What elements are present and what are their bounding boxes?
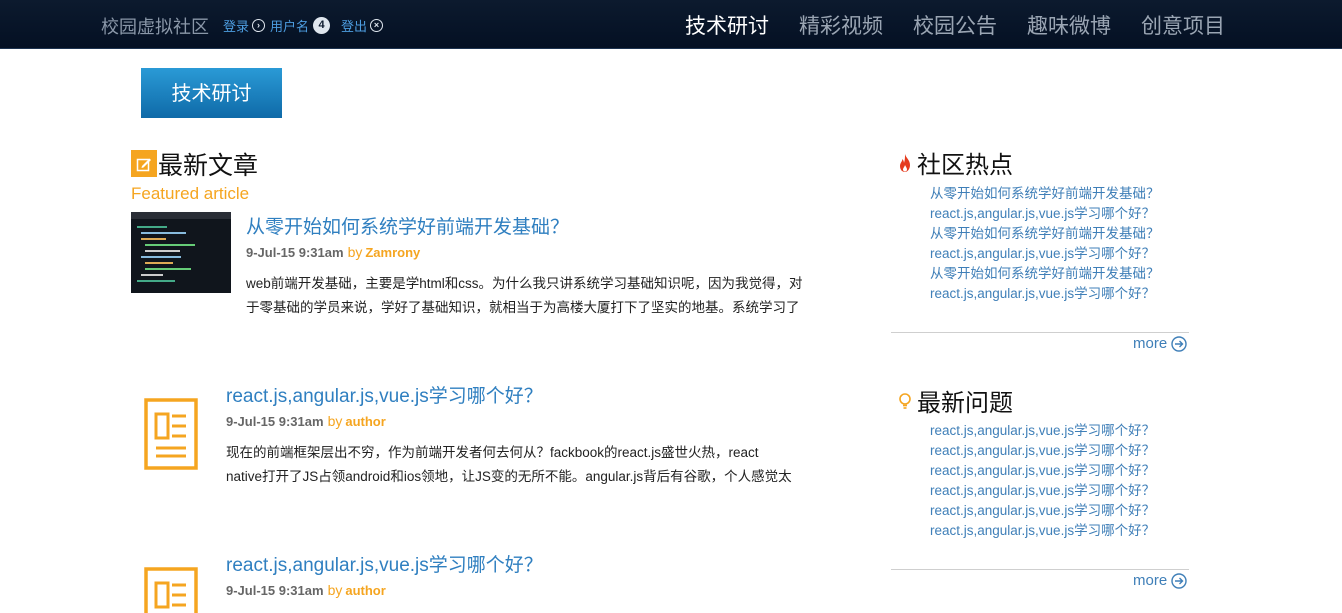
- article-date: 9-Jul-15 9:31am: [246, 245, 344, 260]
- list-item[interactable]: react.js,angular.js,vue.js学习哪个好？: [930, 481, 1155, 501]
- nav-item-weibo[interactable]: 趣味微博: [1027, 10, 1111, 40]
- latest-questions-label: 最新问题: [917, 390, 1013, 417]
- article-title-link[interactable]: react.js,angular.js,vue.js学习哪个好？: [226, 550, 543, 577]
- article-by: by: [327, 582, 343, 598]
- divider: [891, 569, 1189, 570]
- user-links: 登录 › 用户名 4 登出 ×: [223, 16, 384, 35]
- article-meta: 9-Jul-15 9:31am by author: [226, 413, 386, 429]
- more-label: more: [1133, 335, 1168, 352]
- article-thumbnail[interactable]: [131, 212, 231, 293]
- list-item[interactable]: react.js,angular.js,vue.js学习哪个好？: [930, 461, 1155, 481]
- hot-topics-title: 社区热点: [897, 145, 1013, 180]
- article-excerpt-line: web前端开发基础，主要是学html和css。为什么我只讲系统学习基础知识呢，因…: [246, 276, 803, 291]
- lightbulb-icon: [899, 392, 911, 409]
- notification-badge[interactable]: 4: [313, 17, 331, 34]
- login-link[interactable]: 登录: [223, 16, 249, 35]
- top-navbar: 校园虚拟社区 登录 › 用户名 4 登出 × 技术研讨 精彩视频 校园公告 趣味…: [0, 0, 1342, 49]
- list-item[interactable]: react.js,angular.js,vue.js学习哪个好？: [930, 244, 1160, 264]
- arrow-right-circle-icon: [1171, 335, 1187, 352]
- article-meta: 9-Jul-15 9:31am by author: [226, 582, 386, 598]
- section-tech-button[interactable]: 技术研讨: [141, 68, 282, 118]
- hot-more-link[interactable]: more: [1133, 335, 1187, 352]
- latest-questions-list: react.js,angular.js,vue.js学习哪个好？ react.j…: [930, 421, 1155, 541]
- list-item[interactable]: 从零开始如何系统学好前端开发基础？: [930, 224, 1160, 244]
- article-by: by: [347, 244, 363, 260]
- article-excerpt: 现在的前端框架层出不穷，作为前端开发者何去何从？fackbook的react.j…: [226, 441, 816, 489]
- article-author-link[interactable]: Zamrony: [365, 245, 420, 260]
- edit-icon: [131, 150, 157, 177]
- close-icon[interactable]: ×: [370, 19, 384, 32]
- article-excerpt-line: native打开了JS占领android和ios领地，让JS变的无所不能。ang…: [226, 469, 792, 484]
- list-item[interactable]: react.js,angular.js,vue.js学习哪个好？: [930, 521, 1155, 541]
- article-author-link[interactable]: author: [345, 583, 385, 598]
- article-author-link[interactable]: author: [345, 414, 385, 429]
- list-item[interactable]: 从零开始如何系统学好前端开发基础？: [930, 184, 1160, 204]
- article-excerpt-line: 于零基础的学员来说，学好了基础知识，就相当于为高楼大厦打下了坚实的地基。系统学习…: [246, 300, 800, 315]
- list-item[interactable]: react.js,angular.js,vue.js学习哪个好？: [930, 441, 1155, 461]
- main-nav: 技术研讨 精彩视频 校园公告 趣味微博 创意项目: [685, 10, 1255, 40]
- list-item[interactable]: react.js,angular.js,vue.js学习哪个好？: [930, 501, 1155, 521]
- nav-item-tech[interactable]: 技术研讨: [685, 10, 769, 40]
- list-item[interactable]: 从零开始如何系统学好前端开发基础？: [930, 264, 1160, 284]
- username-link[interactable]: 用户名: [270, 16, 309, 35]
- article-excerpt-line: 现在的前端框架层出不穷，作为前端开发者何去何从？fackbook的react.j…: [226, 445, 759, 460]
- article-excerpt: web前端开发基础，主要是学html和css。为什么我只讲系统学习基础知识呢，因…: [246, 272, 836, 320]
- questions-more-link[interactable]: more: [1133, 572, 1187, 589]
- list-item[interactable]: react.js,angular.js,vue.js学习哪个好？: [930, 421, 1155, 441]
- hot-topics-label: 社区热点: [917, 152, 1013, 179]
- site-name[interactable]: 校园虚拟社区: [101, 13, 209, 39]
- latest-articles-title: 最新文章: [158, 152, 259, 180]
- more-label: more: [1133, 572, 1168, 589]
- featured-article-label: Featured article: [131, 184, 250, 203]
- flame-icon: [900, 153, 910, 172]
- article-date: 9-Jul-15 9:31am: [226, 414, 324, 429]
- document-icon: [144, 398, 198, 470]
- document-icon: [144, 567, 198, 613]
- hot-topics-list: 从零开始如何系统学好前端开发基础？ react.js,angular.js,vu…: [930, 184, 1160, 304]
- article-title-link[interactable]: react.js,angular.js,vue.js学习哪个好？: [226, 381, 543, 408]
- arrow-right-icon[interactable]: ›: [252, 19, 266, 32]
- latest-questions-title: 最新问题: [897, 383, 1013, 418]
- nav-item-video[interactable]: 精彩视频: [799, 10, 883, 40]
- article-title-link[interactable]: 从零开始如何系统学好前端开发基础？: [246, 212, 569, 239]
- article-by: by: [327, 413, 343, 429]
- nav-item-projects[interactable]: 创意项目: [1141, 10, 1225, 40]
- logout-link[interactable]: 登出: [341, 16, 367, 35]
- nav-item-notice[interactable]: 校园公告: [913, 10, 997, 40]
- article-date: 9-Jul-15 9:31am: [226, 583, 324, 598]
- list-item[interactable]: react.js,angular.js,vue.js学习哪个好？: [930, 204, 1160, 224]
- list-item[interactable]: react.js,angular.js,vue.js学习哪个好？: [930, 284, 1160, 304]
- article-meta: 9-Jul-15 9:31am by Zamrony: [246, 244, 420, 260]
- arrow-right-circle-icon: [1171, 572, 1187, 589]
- divider: [891, 332, 1189, 333]
